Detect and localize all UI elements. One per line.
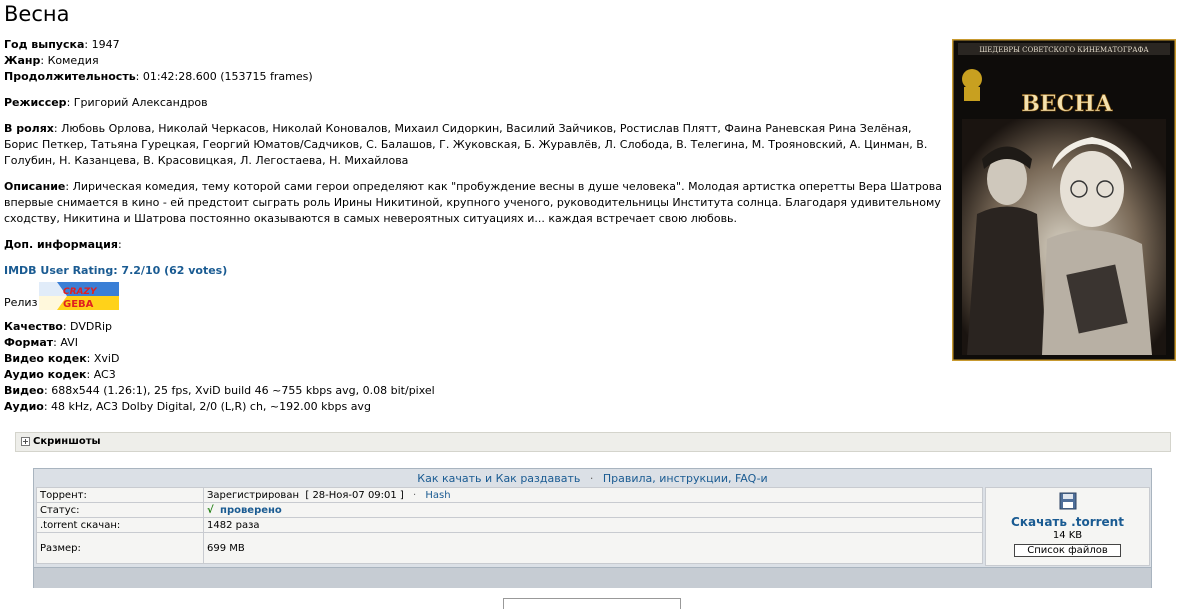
format-label: Формат: [4, 336, 54, 349]
cast-value: Любовь Орлова, Николай Черкасов, Николай…: [4, 122, 928, 167]
quality-label: Качество: [4, 320, 63, 333]
table-row: .torrent скачан: 1482 раза: [36, 517, 983, 533]
movie-poster: ШЕДЕВРЫ СОВЕТСКОГО КИНЕМАТОГРАФА ВЕСНА: [952, 39, 1176, 361]
partial-button[interactable]: [503, 598, 681, 609]
video-codec-value: XviD: [93, 352, 120, 365]
year-value: 1947: [91, 38, 120, 51]
duration-label: Продолжительность: [4, 70, 136, 83]
duration-value: 01:42:28.600 (153715 frames): [142, 70, 313, 83]
svg-text:GEBA: GEBA: [63, 299, 94, 310]
hash-link[interactable]: Hash: [425, 490, 450, 501]
description-label: Описание: [4, 180, 66, 193]
table-row: Размер: 699 MB: [36, 532, 983, 564]
release-group: Релиз CRAZY GEBA: [4, 281, 949, 311]
status-value-cell: √ проверено: [203, 502, 983, 518]
director-label: Режиссер: [4, 96, 67, 109]
video-label: Видео: [4, 384, 44, 397]
imdb-rating-link[interactable]: IMDB User Rating: 7.2/10 (62 votes): [4, 264, 227, 277]
table-row: Статус: √ проверено: [36, 502, 983, 518]
how-to-download-link[interactable]: Как качать и Как раздавать: [417, 472, 580, 485]
screenshots-spoiler[interactable]: + Скриншоты: [15, 432, 1171, 452]
file-list-button[interactable]: Список файлов: [1014, 544, 1121, 557]
description-value: Лирическая комедия, тему которой сами ге…: [4, 180, 942, 225]
genre-label: Жанр: [4, 54, 41, 67]
release-label: Релиз: [4, 296, 38, 309]
director-value: Григорий Александров: [73, 96, 208, 109]
torrent-status-value: Зарегистрирован: [207, 489, 299, 501]
size-label: Размер:: [36, 532, 204, 564]
torrent-value-cell: Зарегистрирован [ 28-Ноя-07 09:01 ] · Ha…: [203, 487, 983, 503]
cast-label: В ролях: [4, 122, 54, 135]
floppy-disk-icon[interactable]: [986, 492, 1149, 513]
torrent-date: [ 28-Ноя-07 09:01 ]: [305, 489, 404, 501]
svg-text:CRAZY: CRAZY: [63, 287, 98, 297]
torrent-file-size: 14 KB: [1052, 530, 1083, 541]
format-value: AVI: [60, 336, 78, 349]
download-torrent-link[interactable]: Скачать .torrent: [986, 515, 1149, 529]
expand-icon[interactable]: +: [21, 437, 30, 446]
year-label: Год выпуска: [4, 38, 85, 51]
download-box: Скачать .torrent 14 KB Список файлов: [985, 487, 1150, 566]
rules-faq-link[interactable]: Правила, инструкции, FAQ-и: [603, 472, 768, 485]
page-title: Весна: [4, 2, 70, 26]
svg-text:ВЕСНА: ВЕСНА: [1021, 91, 1113, 117]
checkmark-icon: √: [207, 504, 214, 516]
downloaded-label: .torrent скачан:: [36, 517, 204, 533]
status-label: Статус:: [36, 502, 204, 518]
video-codec-label: Видео кодек: [4, 352, 87, 365]
release-info: Год выпуска: 1947 Жанр: Комедия Продолжи…: [4, 37, 949, 415]
extra-info-label: Доп. информация: [4, 238, 118, 251]
table-row: Торрент: Зарегистрирован [ 28-Ноя-07 09:…: [36, 487, 983, 503]
help-links: Как качать и Как раздавать · Правила, ин…: [34, 472, 1151, 485]
separator-dot: ·: [413, 489, 417, 501]
screenshots-spoiler-label: Скриншоты: [33, 436, 101, 447]
audio-label: Аудио: [4, 400, 44, 413]
audio-codec-value: AC3: [93, 368, 116, 381]
panel-footer-bar: [34, 567, 1151, 588]
svg-text:ШЕДЕВРЫ СОВЕТСКОГО КИНЕМАТОГРА: ШЕДЕВРЫ СОВЕТСКОГО КИНЕМАТОГРАФА: [979, 46, 1149, 54]
audio-value: 48 kHz, AC3 Dolby Digital, 2/0 (L,R) ch,…: [51, 400, 371, 413]
status-value: проверено: [220, 504, 282, 516]
downloaded-value: 1482 раза: [203, 517, 983, 533]
size-value: 699 MB: [203, 532, 983, 564]
quality-value: DVDRip: [70, 320, 113, 333]
separator-dot: ·: [589, 472, 594, 485]
release-group-logo: CRAZY GEBA: [39, 282, 120, 310]
torrent-label: Торрент:: [36, 487, 204, 503]
video-value: 688x544 (1.26:1), 25 fps, XviD build 46 …: [51, 384, 435, 397]
genre-value: Комедия: [47, 54, 99, 67]
torrent-details-table: Торрент: Зарегистрирован [ 28-Ноя-07 09:…: [36, 487, 983, 564]
torrent-info-panel: Как качать и Как раздавать · Правила, ин…: [33, 468, 1152, 588]
audio-codec-label: Аудио кодек: [4, 368, 87, 381]
